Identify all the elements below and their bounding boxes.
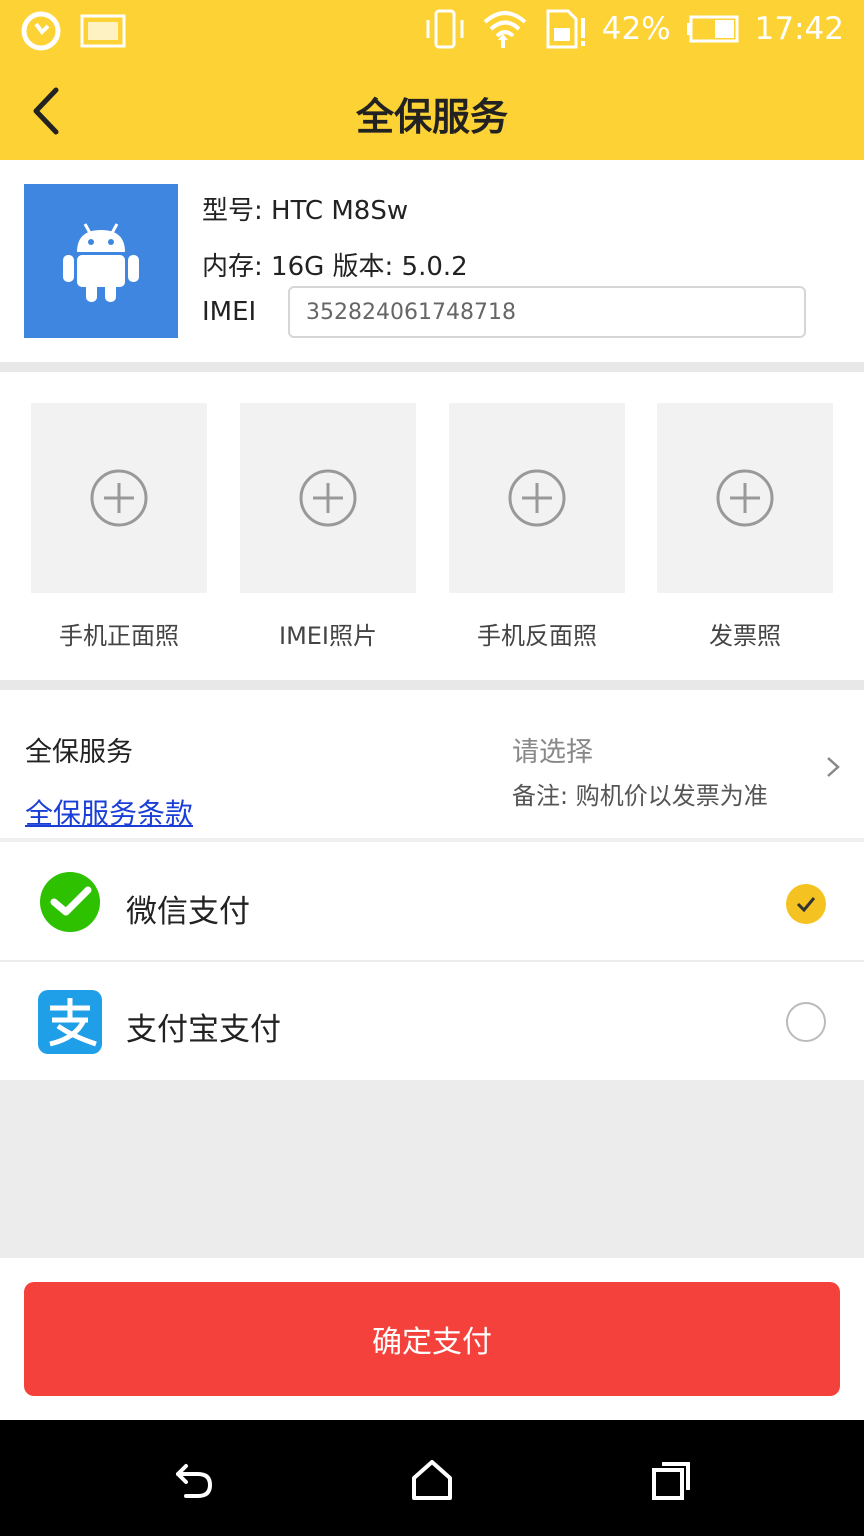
plus-circle-icon bbox=[508, 469, 566, 527]
photo-label-back: 手机反面照 bbox=[477, 622, 597, 650]
alipay-icon bbox=[38, 990, 102, 1054]
back-nav-icon[interactable] bbox=[168, 1456, 216, 1504]
vibrate-icon bbox=[426, 9, 464, 49]
app-bar: 全保服务 bbox=[0, 62, 864, 160]
check-icon bbox=[796, 897, 816, 913]
recents-nav-icon[interactable] bbox=[648, 1456, 696, 1504]
photo-upload-section: 手机正面照 IMEI照片 手机反面照 发票照 bbox=[0, 372, 864, 680]
status-bar: 42% 17:42 bbox=[0, 0, 864, 62]
memory-version-text: 内存: 16G 版本: 5.0.2 bbox=[202, 252, 468, 282]
system-nav-bar bbox=[0, 1420, 864, 1536]
imei-label: IMEI bbox=[202, 297, 257, 327]
service-selector[interactable]: 全保服务 全保服务条款 请选择 备注: 购机价以发票为准 bbox=[0, 690, 864, 842]
android-icon bbox=[63, 223, 139, 302]
photo-slot-invoice[interactable] bbox=[657, 403, 833, 593]
clock: 17:42 bbox=[754, 11, 844, 47]
model-text: 型号: HTC M8Sw bbox=[202, 196, 409, 226]
confirm-pay-button[interactable]: 确定支付 bbox=[24, 1282, 840, 1396]
photo-label-front: 手机正面照 bbox=[59, 622, 179, 650]
section-divider bbox=[0, 362, 864, 372]
photo-label-imei: IMEI照片 bbox=[278, 622, 378, 650]
section-divider bbox=[0, 680, 864, 690]
wifi-icon bbox=[483, 11, 527, 48]
payment-label-wechat: 微信支付 bbox=[126, 894, 250, 930]
device-info-card: 型号: HTC M8Sw 内存: 16G 版本: 5.0.2 IMEI bbox=[0, 160, 864, 362]
photo-slot-front[interactable] bbox=[31, 403, 207, 593]
home-nav-icon[interactable] bbox=[408, 1456, 456, 1504]
photo-slot-back[interactable] bbox=[449, 403, 625, 593]
service-title: 全保服务 bbox=[25, 737, 133, 768]
wechat-pay-icon bbox=[40, 872, 100, 932]
battery-percent: 42% bbox=[601, 11, 671, 47]
imei-input[interactable] bbox=[288, 286, 806, 338]
plus-circle-icon bbox=[716, 469, 774, 527]
bottom-action-area: 确定支付 bbox=[0, 1258, 864, 1420]
page-title: 全保服务 bbox=[355, 95, 508, 139]
payment-option-alipay[interactable]: 支付宝支付 bbox=[0, 964, 864, 1080]
radio-alipay[interactable] bbox=[786, 1002, 826, 1042]
battery-icon bbox=[686, 15, 739, 43]
sync-icon bbox=[21, 11, 61, 51]
empty-space bbox=[0, 1080, 864, 1258]
photo-label-invoice: 发票照 bbox=[709, 622, 781, 650]
service-note: 备注: 购机价以发票为准 bbox=[512, 782, 768, 810]
payment-label-alipay: 支付宝支付 bbox=[126, 1012, 281, 1048]
image-icon bbox=[80, 14, 126, 48]
photo-slot-imei[interactable] bbox=[240, 403, 416, 593]
sim-alert-icon bbox=[546, 9, 585, 49]
chevron-right-icon[interactable] bbox=[822, 752, 844, 782]
plus-circle-icon bbox=[90, 469, 148, 527]
plus-circle-icon bbox=[299, 469, 357, 527]
service-terms-link[interactable]: 全保服务条款 bbox=[25, 792, 193, 832]
radio-wechat-selected[interactable] bbox=[786, 884, 826, 924]
payment-option-wechat[interactable]: 微信支付 bbox=[0, 846, 864, 962]
service-select-placeholder[interactable]: 请选择 bbox=[512, 730, 593, 769]
device-thumbnail bbox=[24, 184, 178, 338]
